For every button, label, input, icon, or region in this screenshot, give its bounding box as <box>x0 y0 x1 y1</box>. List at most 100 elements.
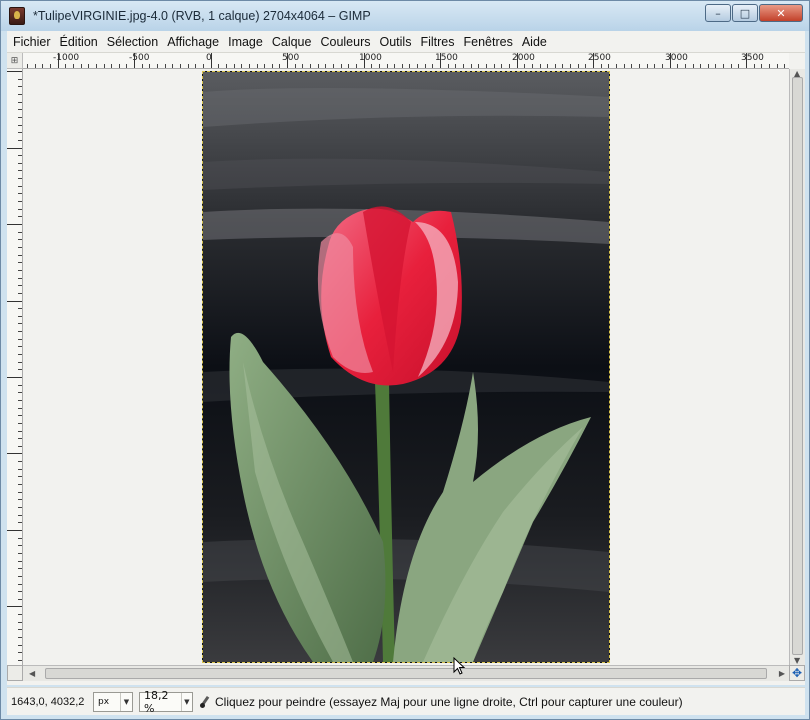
ruler-minor-tick <box>18 132 22 133</box>
ruler-minor-tick <box>18 629 22 630</box>
ruler-minor-tick <box>218 64 219 68</box>
ruler-minor-tick <box>18 507 22 508</box>
ruler-minor-tick <box>777 64 778 68</box>
minimize-button[interactable]: – <box>705 4 731 22</box>
ruler-minor-tick <box>18 278 22 279</box>
horizontal-scroll-thumb[interactable] <box>45 668 767 679</box>
ruler-minor-tick <box>149 64 150 68</box>
view-menu-button[interactable]: ⊞ <box>7 53 23 69</box>
close-button[interactable]: ✕ <box>759 4 803 22</box>
chevron-down-icon: ▼ <box>180 692 192 711</box>
vertical-scrollbar[interactable]: ▲ ▼ <box>789 69 805 665</box>
menu-fenetres[interactable]: Fenêtres <box>463 35 512 49</box>
ruler-major-tick <box>7 148 22 149</box>
ruler-minor-tick <box>264 64 265 68</box>
menu-couleurs[interactable]: Couleurs <box>320 35 370 49</box>
ruler-label: 3000 <box>665 53 688 63</box>
ruler-label: -1000 <box>53 53 80 63</box>
scroll-left-icon[interactable]: ◀ <box>29 669 35 678</box>
ruler-major-tick <box>211 53 212 68</box>
canvas-area[interactable] <box>24 70 789 665</box>
ruler-minor-tick <box>18 637 22 638</box>
ruler-minor-tick <box>18 400 22 401</box>
menu-edition[interactable]: Édition <box>60 35 98 49</box>
zoom-select[interactable]: 18,2 % ▼ <box>139 689 193 715</box>
maximize-button[interactable]: □ <box>732 4 758 22</box>
ruler-minor-tick <box>18 331 22 332</box>
ruler-minor-tick <box>18 538 22 539</box>
scroll-down-icon[interactable]: ▼ <box>794 656 800 665</box>
ruler-minor-tick <box>18 170 22 171</box>
ruler-major-tick <box>7 453 22 454</box>
ruler-minor-tick <box>540 64 541 68</box>
ruler-minor-tick <box>18 86 22 87</box>
menu-filtres[interactable]: Filtres <box>420 35 454 49</box>
window-controls: – □ ✕ <box>705 4 803 22</box>
ruler-minor-tick <box>18 599 22 600</box>
ruler-minor-tick <box>18 178 22 179</box>
ruler-minor-tick <box>731 64 732 68</box>
vertical-scroll-thumb[interactable] <box>792 77 803 655</box>
menu-calque[interactable]: Calque <box>272 35 312 49</box>
navigate-icon[interactable]: ✥ <box>789 665 805 681</box>
ruler-minor-tick <box>42 64 43 68</box>
ruler-minor-tick <box>18 461 22 462</box>
ruler-minor-tick <box>769 64 770 68</box>
menu-affichage[interactable]: Affichage <box>167 35 219 49</box>
image-window-main: ⊞ -1000 -500 0 500 1000 1500 2000 2500 3… <box>7 53 805 685</box>
status-bar: 1643,0, 4032,2 px ▼ 18,2 % ▼ Cliquez pou… <box>7 687 805 715</box>
ruler-major-tick <box>7 530 22 531</box>
minimize-icon: – <box>715 6 721 20</box>
ruler-minor-tick <box>18 163 22 164</box>
ruler-minor-tick <box>18 270 22 271</box>
menu-aide[interactable]: Aide <box>522 35 547 49</box>
ruler-minor-tick <box>348 64 349 68</box>
ruler-minor-tick <box>18 79 22 80</box>
ruler-minor-tick <box>547 64 548 68</box>
gimp-app-icon[interactable] <box>9 7 25 25</box>
image-canvas[interactable] <box>202 71 610 663</box>
ruler-minor-tick <box>409 64 410 68</box>
ruler-minor-tick <box>104 64 105 68</box>
ruler-minor-tick <box>402 64 403 68</box>
horizontal-scrollbar[interactable]: ◀ ▶ <box>23 665 789 681</box>
ruler-minor-tick <box>562 64 563 68</box>
scroll-right-icon[interactable]: ▶ <box>779 669 785 678</box>
ruler-major-tick <box>364 53 365 68</box>
ruler-major-tick <box>58 53 59 68</box>
ruler-minor-tick <box>279 64 280 68</box>
ruler-minor-tick <box>555 64 556 68</box>
menu-fichier[interactable]: Fichier <box>13 35 51 49</box>
ruler-minor-tick <box>654 64 655 68</box>
unit-select[interactable]: px ▼ <box>93 691 133 712</box>
menu-image[interactable]: Image <box>228 35 263 49</box>
tulip-painting <box>203 72 609 662</box>
menu-outils[interactable]: Outils <box>380 35 412 49</box>
ruler-minor-tick <box>18 515 22 516</box>
ruler-minor-tick <box>18 209 22 210</box>
ruler-minor-tick <box>18 285 22 286</box>
ruler-minor-tick <box>96 64 97 68</box>
ruler-minor-tick <box>18 262 22 263</box>
ruler-minor-tick <box>119 64 120 68</box>
ruler-minor-tick <box>18 293 22 294</box>
title-bar[interactable]: *TulipeVIRGINIE.jpg-4.0 (RVB, 1 calque) … <box>1 1 809 31</box>
ruler-minor-tick <box>325 64 326 68</box>
menu-selection[interactable]: Sélection <box>107 35 158 49</box>
ruler-minor-tick <box>700 64 701 68</box>
ruler-minor-tick <box>65 64 66 68</box>
ruler-minor-tick <box>463 64 464 68</box>
ruler-minor-tick <box>18 354 22 355</box>
ruler-minor-tick <box>157 64 158 68</box>
ruler-minor-tick <box>18 392 22 393</box>
ruler-minor-tick <box>241 64 242 68</box>
maximize-icon: □ <box>739 6 751 20</box>
chevron-down-icon: ▼ <box>120 692 132 711</box>
horizontal-ruler[interactable]: -1000 -500 0 500 1000 1500 2000 2500 300… <box>23 53 789 69</box>
quick-mask-icon[interactable] <box>7 665 23 681</box>
vertical-ruler[interactable] <box>7 69 23 665</box>
ruler-minor-tick <box>18 431 22 432</box>
window-title: *TulipeVIRGINIE.jpg-4.0 (RVB, 1 calque) … <box>33 9 371 23</box>
ruler-minor-tick <box>18 385 22 386</box>
ruler-minor-tick <box>624 64 625 68</box>
